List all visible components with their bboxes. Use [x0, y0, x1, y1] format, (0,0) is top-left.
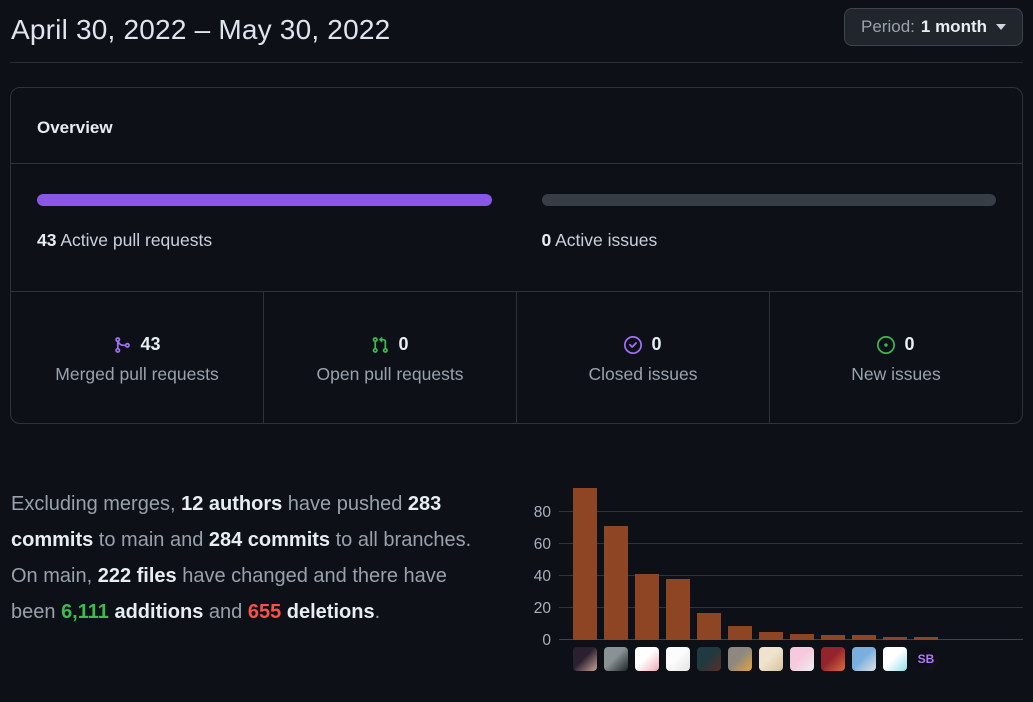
issue-closed-icon [624, 336, 642, 354]
progress-active-issues: 0 Active issues [542, 194, 997, 251]
commit-bar-author-2 [604, 526, 628, 640]
progress-label: 43 Active pull requests [37, 230, 492, 251]
progress-track [37, 194, 492, 206]
pulse-page: April 30, 2022 – May 30, 2022 Period: 1 … [0, 0, 1033, 702]
commit-bar-author-9 [821, 635, 845, 640]
git-pull-request-icon [371, 336, 389, 354]
stat-merged-pull-requests[interactable]: 43 Merged pull requests [11, 292, 263, 423]
stat-open-pull-requests[interactable]: 0 Open pull requests [263, 292, 516, 423]
bottom-section: Excluding merges, 12 authors have pushed… [0, 464, 1033, 671]
progress-section: 43 Active pull requests 0 Active issues [11, 164, 1022, 292]
stat-count: 0 [651, 334, 661, 355]
summary-segment: 6,111 [61, 601, 109, 623]
commit-bar-author-5 [697, 613, 721, 640]
author-avatars-row: SB [573, 647, 1023, 671]
stat-value-row: 43 [11, 334, 263, 355]
summary-segment: 12 authors [181, 493, 282, 515]
progress-track [542, 194, 997, 206]
period-value: 1 month [921, 17, 987, 37]
chevron-down-icon [996, 24, 1006, 30]
author-avatar-11[interactable] [883, 647, 907, 671]
author-avatar-8[interactable] [790, 647, 814, 671]
commit-bar-author-10 [852, 635, 876, 640]
commit-bar-author-7 [759, 632, 783, 640]
commits-per-author-chart: 020406080 SB [523, 480, 1023, 671]
summary-segment: 284 commits [209, 529, 330, 551]
git-merge-icon [113, 336, 131, 354]
stat-label: Open pull requests [264, 364, 516, 385]
period-label: Period: [861, 17, 915, 37]
stat-label: New issues [770, 364, 1022, 385]
y-axis-tick-label: 0 [521, 632, 551, 650]
stat-new-issues[interactable]: 0 New issues [769, 292, 1022, 423]
stats-row: 43 Merged pull requests 0 Open pull request… [11, 292, 1022, 423]
commit-bar-author-3 [635, 574, 659, 640]
chart-plot-area: 020406080 [559, 480, 1023, 640]
progress-count: 43 [37, 230, 56, 250]
commit-bar-author-6 [728, 626, 752, 640]
overview-card: Overview 43 Active pull requests 0 Active… [10, 87, 1023, 424]
period-dropdown[interactable]: Period: 1 month [844, 8, 1023, 46]
page-header: April 30, 2022 – May 30, 2022 Period: 1 … [0, 0, 1033, 46]
overview-card-header: Overview [11, 88, 1022, 164]
author-avatar-3[interactable] [635, 647, 659, 671]
stat-count: 0 [398, 334, 408, 355]
stat-value-row: 0 [517, 334, 769, 355]
issue-opened-icon [877, 336, 895, 354]
date-range-title: April 30, 2022 – May 30, 2022 [11, 14, 390, 46]
author-avatar-1[interactable] [573, 647, 597, 671]
progress-fill [37, 194, 492, 206]
summary-segment: have pushed [282, 493, 408, 515]
stat-count: 43 [140, 334, 160, 355]
commit-bar-author-4 [666, 579, 690, 640]
author-avatar-6[interactable] [728, 647, 752, 671]
author-avatar-10[interactable] [852, 647, 876, 671]
stat-label: Merged pull requests [11, 364, 263, 385]
bars-group [573, 488, 938, 640]
summary-segment: and [203, 601, 247, 623]
overview-title: Overview [37, 118, 996, 138]
stat-value-row: 0 [770, 334, 1022, 355]
author-avatar-7[interactable] [759, 647, 783, 671]
summary-segment: additions [109, 601, 203, 623]
author-avatar-9[interactable] [821, 647, 845, 671]
stat-label: Closed issues [517, 364, 769, 385]
y-axis-tick-label: 20 [521, 600, 551, 618]
progress-active-pull-requests: 43 Active pull requests [37, 194, 492, 251]
summary-segment: . [375, 601, 381, 623]
commit-bar-author-1 [573, 488, 597, 640]
progress-label: 0 Active issues [542, 230, 997, 251]
summary-segment: Excluding merges, [11, 493, 181, 515]
y-axis-tick-label: 60 [521, 536, 551, 554]
stat-value-row: 0 [264, 334, 516, 355]
author-avatar-2[interactable] [604, 647, 628, 671]
stat-count: 0 [904, 334, 914, 355]
summary-segment: 222 files [98, 565, 177, 587]
summary-segment: 655 [248, 601, 281, 623]
commit-bar-author-8 [790, 634, 814, 640]
y-axis-tick-label: 40 [521, 568, 551, 586]
summary-segment: to main and [93, 529, 209, 551]
header-divider [10, 62, 1023, 63]
author-avatar-12[interactable]: SB [914, 647, 938, 671]
commit-bar-author-12 [914, 637, 938, 640]
author-avatar-5[interactable] [697, 647, 721, 671]
summary-group: 655 deletions. [248, 594, 380, 630]
author-avatar-4[interactable] [666, 647, 690, 671]
commit-bar-author-11 [883, 637, 907, 640]
activity-summary: Excluding merges, 12 authors have pushed… [11, 486, 483, 671]
stat-closed-issues[interactable]: 0 Closed issues [516, 292, 769, 423]
summary-segment: deletions [281, 601, 374, 623]
y-axis-tick-label: 80 [521, 504, 551, 522]
progress-count: 0 [542, 230, 552, 250]
